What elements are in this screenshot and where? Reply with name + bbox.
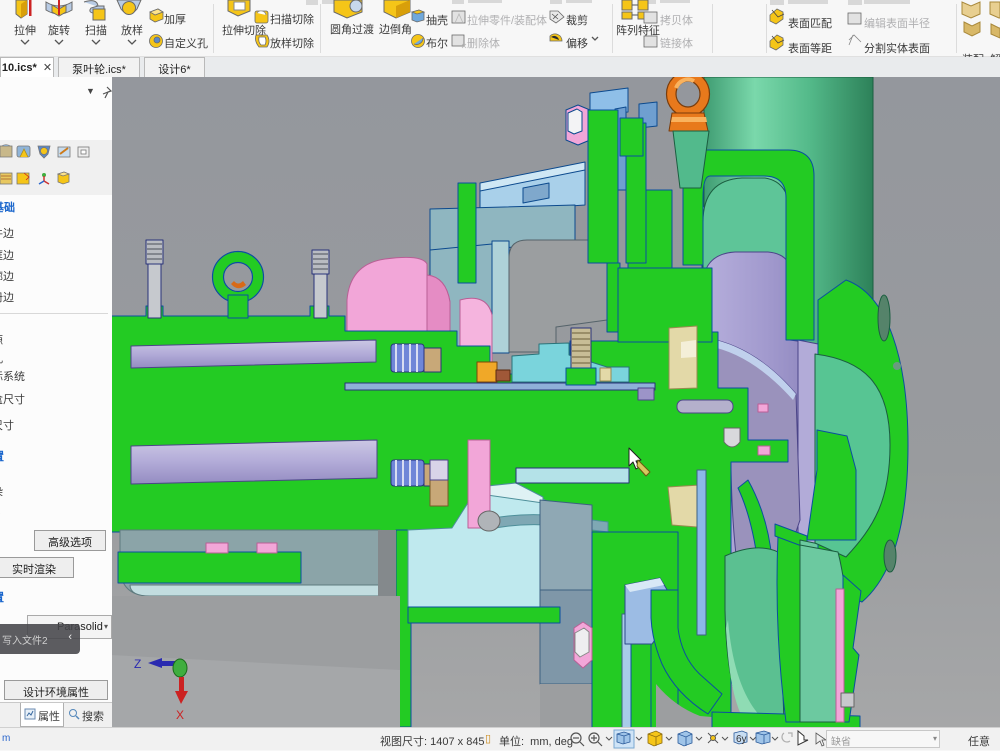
- svg-text:Z: Z: [134, 657, 141, 671]
- svg-text:X: X: [176, 708, 184, 722]
- svg-text:6y: 6y: [736, 734, 747, 745]
